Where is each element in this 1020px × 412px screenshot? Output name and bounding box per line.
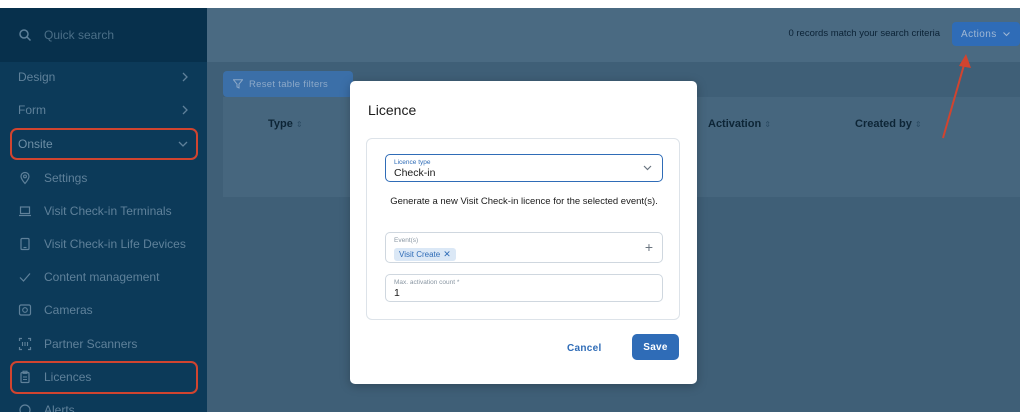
licence-type-label: Licence type	[394, 159, 431, 166]
camera-icon	[18, 304, 32, 316]
chevron-right-icon	[182, 72, 188, 82]
sidebar-item-content-management[interactable]: Content management	[0, 261, 207, 293]
licence-form-card: Licence type Check-in Generate a new Vis…	[366, 138, 680, 320]
sidebar-item-label: Visit Check-in Life Devices	[44, 237, 186, 251]
app-window: Quick search Design Form Onsite Settings…	[0, 8, 1020, 412]
max-activation-count-input[interactable]: Max. activation count * 1	[385, 274, 663, 302]
event-chip-label: Visit Create	[399, 250, 441, 259]
location-pin-icon	[20, 171, 30, 185]
sidebar-item-visit-check-in-terminals[interactable]: Visit Check-in Terminals	[0, 195, 207, 227]
reset-label: Reset table filters	[249, 78, 329, 90]
max-activation-value: 1	[394, 287, 400, 299]
actions-button[interactable]: Actions	[952, 22, 1020, 46]
sort-icon: ⇕	[914, 120, 922, 129]
sidebar-item-label: Visit Check-in Terminals	[44, 204, 172, 218]
reset-table-filters-button[interactable]: Reset table filters	[223, 71, 353, 97]
event-chip[interactable]: Visit Create ✕	[394, 248, 456, 261]
licence-description: Generate a new Visit Check-in licence fo…	[390, 196, 658, 207]
search-icon	[19, 29, 32, 42]
sidebar: Quick search Design Form Onsite Settings…	[0, 8, 207, 412]
licence-type-select[interactable]: Licence type Check-in	[385, 154, 663, 182]
licences-highlight	[10, 361, 198, 394]
save-button[interactable]: Save	[632, 334, 679, 360]
events-label: Event(s)	[394, 237, 419, 244]
sidebar-item-form[interactable]: Form	[0, 94, 207, 126]
events-field[interactable]: Event(s) Visit Create ✕ +	[385, 232, 663, 263]
modal-title: Licence	[368, 102, 417, 118]
quick-search[interactable]: Quick search	[0, 8, 207, 62]
tablet-icon	[20, 237, 30, 251]
licence-modal: Licence Licence type Check-in Generate a…	[350, 81, 697, 384]
sidebar-item-cameras[interactable]: Cameras	[0, 294, 207, 326]
records-count: 0 records match your search criteria	[788, 28, 940, 39]
onsite-highlight	[10, 128, 198, 160]
sidebar-item-design[interactable]: Design	[0, 61, 207, 93]
remove-chip-icon[interactable]: ✕	[443, 249, 451, 260]
sidebar-item-label: Form	[18, 103, 46, 117]
sidebar-item-label: Design	[18, 70, 56, 84]
sidebar-item-label: Content management	[44, 270, 160, 284]
sidebar-item-visit-check-in-life-devices[interactable]: Visit Check-in Life Devices	[0, 228, 207, 260]
scanner-icon	[18, 337, 32, 351]
max-activation-label: Max. activation count *	[394, 279, 460, 286]
top-bar: 0 records match your search criteria Act…	[207, 8, 1020, 62]
checkmark-icon	[19, 273, 31, 282]
sidebar-item-alerts[interactable]: Alerts	[0, 394, 207, 412]
sort-icon: ⇕	[295, 120, 303, 129]
chevron-right-icon	[182, 105, 188, 115]
column-header-activation[interactable]: Activation ⇕	[708, 118, 771, 130]
sidebar-item-label: Partner Scanners	[44, 337, 138, 351]
column-header-created-by[interactable]: Created by ⇕	[855, 118, 922, 130]
cancel-button[interactable]: Cancel	[567, 343, 602, 354]
add-event-icon[interactable]: +	[645, 240, 653, 254]
sidebar-item-label: Settings	[44, 171, 88, 185]
filter-icon	[233, 79, 243, 89]
sort-icon: ⇕	[764, 120, 771, 129]
sidebar-item-partner-scanners[interactable]: Partner Scanners	[0, 328, 207, 360]
sidebar-item-label: Cameras	[44, 303, 93, 317]
column-header-type[interactable]: Type ⇕	[268, 118, 303, 130]
search-placeholder: Quick search	[44, 28, 115, 42]
actions-label: Actions	[961, 28, 997, 40]
sidebar-item-label: Alerts	[44, 403, 75, 412]
alert-icon	[19, 404, 31, 412]
chevron-down-icon	[1002, 32, 1010, 37]
laptop-icon	[19, 206, 31, 217]
licence-type-value: Check-in	[394, 167, 436, 179]
chevron-down-icon	[643, 165, 652, 171]
sidebar-item-settings[interactable]: Settings	[0, 162, 207, 194]
